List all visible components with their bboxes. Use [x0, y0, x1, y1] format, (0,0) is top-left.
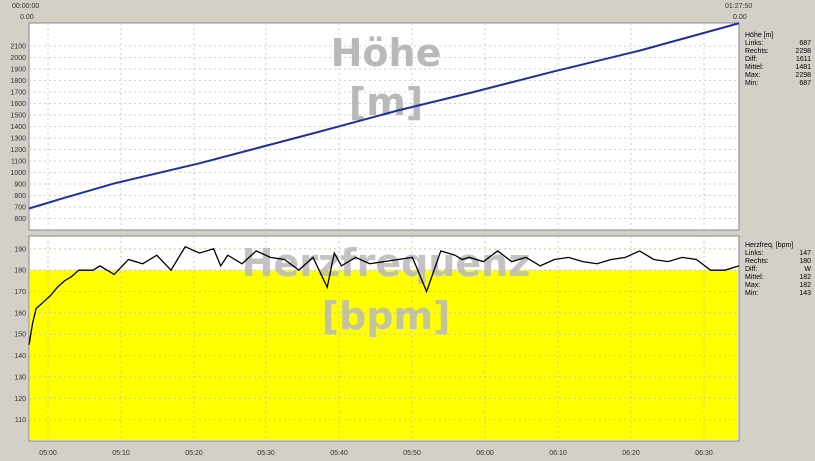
hr-stat-label: Mittel: [745, 274, 764, 281]
altitude-y-tick-label: 1000 [10, 170, 26, 177]
altitude-stat-label: Diff: [745, 56, 757, 63]
altitude-y-tick-label: 1900 [10, 67, 26, 74]
hr-y-tick-label: 180 [14, 268, 26, 275]
altitude-stat-value: 2298 [795, 72, 811, 79]
header-left-value: 0.00 [20, 14, 34, 21]
x-tick-label: 05:50 [403, 450, 421, 457]
x-tick-label: 06:30 [695, 450, 713, 457]
header-left-time: 00:00:00 [12, 3, 39, 10]
altitude-y-tick-label: 900 [14, 182, 26, 189]
altitude-stats-title: Höhe [m] [745, 32, 773, 39]
hr-y-tick-label: 130 [14, 374, 26, 381]
hr-stat-value: 182 [799, 274, 811, 281]
altitude-stat-label: Max: [745, 72, 760, 79]
hr-stat-label: Max: [745, 282, 760, 289]
altitude-y-tick-label: 700 [14, 205, 26, 212]
hr-stat-label: Rechts: [745, 258, 769, 265]
hr-y-tick-label: 170 [14, 289, 26, 296]
x-tick-label: 05:20 [185, 450, 203, 457]
hr-stats-title: Herzfreq. [bpm] [745, 242, 793, 249]
altitude-stat-label: Min: [745, 80, 758, 87]
hr-watermark-line1: Herzfrequenz [242, 241, 531, 285]
header-right-time: 01:27:50 [725, 3, 752, 10]
altitude-y-tick-label: 1800 [10, 78, 26, 85]
altitude-stat-label: Mittel: [745, 64, 764, 71]
hr-stat-value: 182 [799, 282, 811, 289]
x-tick-label: 06:10 [549, 450, 567, 457]
hr-y-tick-label: 150 [14, 332, 26, 339]
altitude-y-tick-label: 1600 [10, 101, 26, 108]
altitude-stat-value: 687 [799, 80, 811, 87]
hr-y-tick-label: 190 [14, 246, 26, 253]
altitude-y-tick-label: 1500 [10, 113, 26, 120]
header-right-value: 0.00 [733, 14, 747, 21]
chart-root: 00:00:00 0.00 01:27:50 0.00 Höhe [m] 600… [0, 0, 815, 461]
x-tick-label: 06:20 [622, 450, 640, 457]
hr-stat-label: Links: [745, 250, 763, 257]
altitude-stat-value: 687 [799, 40, 811, 47]
altitude-y-tick-label: 1700 [10, 90, 26, 97]
hr-y-tick-label: 140 [14, 353, 26, 360]
altitude-stat-value: 1481 [795, 64, 811, 71]
hr-stat-value: 143 [799, 290, 811, 297]
x-tick-label: 05:00 [39, 450, 57, 457]
altitude-y-tick-label: 2000 [10, 55, 26, 62]
altitude-y-tick-label: 1100 [11, 159, 26, 166]
altitude-stat-value: 1611 [796, 56, 811, 63]
x-tick-label: 05:10 [112, 450, 130, 457]
altitude-y-tick-label: 1300 [10, 136, 26, 143]
hr-y-axis: 110 120 130 140 150 160 170 180 190 [14, 246, 26, 424]
hr-stat-value: 180 [799, 258, 811, 265]
altitude-watermark-line1: Höhe [331, 31, 442, 75]
altitude-y-tick-label: 1400 [10, 124, 26, 131]
hr-stat-value: 147 [799, 250, 811, 257]
altitude-y-tick-label: 2100 [10, 44, 26, 51]
altitude-stat-value: 2298 [795, 48, 811, 55]
altitude-y-tick-label: 600 [14, 216, 26, 223]
altitude-stat-label: Links: [745, 40, 763, 47]
x-tick-label: 05:30 [257, 450, 275, 457]
x-tick-label: 06:00 [476, 450, 494, 457]
hr-y-tick-label: 120 [14, 396, 26, 403]
hr-watermark-line2: [bpm] [322, 294, 451, 338]
altitude-y-tick-label: 1200 [10, 147, 26, 154]
altitude-stat-label: Rechts: [745, 48, 769, 55]
hr-y-tick-label: 160 [14, 310, 26, 317]
hr-stat-value: W [804, 266, 811, 273]
hr-y-tick-label: 110 [15, 417, 26, 424]
time-header [0, 0, 815, 22]
hr-stat-label: Diff: [745, 266, 757, 273]
altitude-watermark-line2: [m] [349, 80, 423, 124]
hr-stat-label: Min: [745, 290, 758, 297]
altitude-y-tick-label: 800 [14, 193, 26, 200]
x-tick-label: 05:40 [330, 450, 348, 457]
